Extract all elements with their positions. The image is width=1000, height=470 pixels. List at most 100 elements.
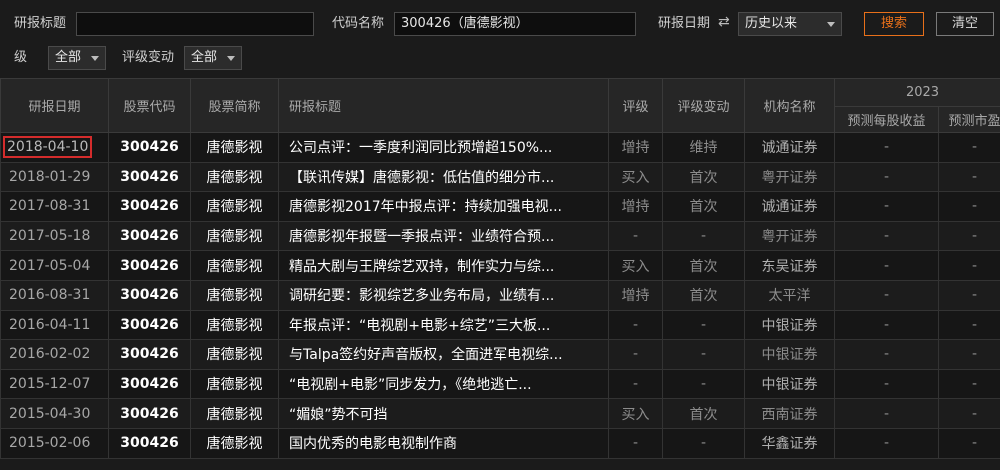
cell-title[interactable]: 国内优秀的电影电视制作商 — [278, 427, 609, 459]
cell-institution: 太平洋 — [744, 279, 835, 311]
cell-eps: - — [834, 398, 939, 429]
col-header-rating-change[interactable]: 评级变动 — [662, 78, 745, 133]
cell-rating: 买入 — [608, 398, 663, 429]
cell-rating-change: 首次 — [662, 250, 745, 281]
cell-title[interactable]: 年报点评：“电视剧+电影+综艺”三大板... — [278, 309, 609, 341]
cell-pe: - — [938, 309, 1000, 341]
report-title-input[interactable] — [76, 12, 314, 36]
table-row[interactable]: 2018-04-10 300426 唐德影视 公司点评：一季度利润同比预增超150%.… — [0, 132, 1000, 163]
cell-code: 300426 — [108, 191, 191, 222]
cell-name: 唐德影视 — [190, 220, 279, 252]
cell-pe: - — [938, 220, 1000, 252]
table-row[interactable]: 2017-08-31 300426 唐德影视 唐德影视2017年中报点评：持续加强电视… — [0, 191, 1000, 222]
cell-rating: - — [608, 427, 663, 459]
col-header-date[interactable]: 研报日期 — [0, 78, 109, 133]
cell-code: 300426 — [108, 368, 191, 400]
cell-title[interactable]: 【联讯传媒】唐德影视：低估值的细分市... — [278, 161, 609, 193]
cell-pe: - — [938, 250, 1000, 281]
cell-name: 唐德影视 — [190, 398, 279, 429]
cell-code: 300426 — [108, 220, 191, 252]
cell-date: 2015-04-30 — [0, 398, 109, 429]
search-button[interactable]: 搜索 — [864, 12, 924, 36]
cell-code: 300426 — [108, 309, 191, 341]
rating-change-select[interactable]: 全部 — [184, 46, 242, 70]
cell-rating: - — [608, 339, 663, 370]
cell-date: 2018-04-10 — [0, 132, 109, 163]
table-row[interactable]: 2015-04-30 300426 唐德影视 “媚娘”势不可挡 买入 首次 西南证券 - - — [0, 398, 1000, 429]
cell-code: 300426 — [108, 161, 191, 193]
table-row[interactable]: 2018-01-29 300426 唐德影视 【联讯传媒】唐德影视：低估值的细分市..… — [0, 161, 1000, 193]
cell-pe: - — [938, 398, 1000, 429]
table-row[interactable]: 2017-05-18 300426 唐德影视 唐德影视年报暨一季报点评：业绩符合预..… — [0, 220, 1000, 252]
cell-title[interactable]: 与Talpa签约好声音版权，全面进军电视综... — [278, 339, 609, 370]
table-row[interactable]: 2017-05-04 300426 唐德影视 精品大剧与王牌综艺双持，制作实力与综..… — [0, 250, 1000, 281]
cell-rating-change: 首次 — [662, 191, 745, 222]
code-name-label: 代码名称 — [332, 16, 385, 31]
cell-date: 2016-02-02 — [0, 339, 109, 370]
cell-title[interactable]: 唐德影视2017年中报点评：持续加强电视... — [278, 191, 609, 222]
cell-pe: - — [938, 191, 1000, 222]
cell-institution: 中银证券 — [744, 339, 835, 370]
col-header-title[interactable]: 研报标题 — [278, 78, 609, 133]
cell-date: 2016-08-31 — [0, 279, 109, 311]
table-row[interactable]: 2016-02-02 300426 唐德影视 与Talpa签约好声音版权，全面进军电视… — [0, 339, 1000, 370]
cell-institution: 中银证券 — [744, 368, 835, 400]
highlighted-date: 2018-04-10 — [3, 136, 93, 159]
cell-eps: - — [834, 191, 939, 222]
cell-name: 唐德影视 — [190, 427, 279, 459]
cell-pe: - — [938, 427, 1000, 459]
table-row[interactable]: 2016-08-31 300426 唐德影视 调研纪要：影视综艺多业务布局，业绩有..… — [0, 279, 1000, 311]
cell-date: 2016-04-11 — [0, 309, 109, 341]
cell-rating: 增持 — [608, 132, 663, 163]
cell-rating-change: - — [662, 339, 745, 370]
research-report-table: 研报日期 股票代码 股票简称 研报标题 评级 评级变动 机构名称 2023 预测… — [0, 78, 1000, 470]
cell-institution: 粤开证券 — [744, 161, 835, 193]
report-date-select[interactable]: 历史以来 — [738, 12, 842, 36]
cell-rating-change: - — [662, 220, 745, 252]
cell-rating: 买入 — [608, 250, 663, 281]
cell-title[interactable]: 公司点评：一季度利润同比预增超150%... — [278, 132, 609, 163]
cell-pe: - — [938, 132, 1000, 163]
code-name-input[interactable]: 300426（唐德影视） — [394, 12, 636, 36]
cell-rating-change: 首次 — [662, 398, 745, 429]
cell-eps: - — [834, 368, 939, 400]
cell-rating-change: - — [662, 427, 745, 459]
cell-rating: - — [608, 220, 663, 252]
cell-eps: - — [834, 250, 939, 281]
cell-institution: 诚通证券 — [744, 191, 835, 222]
col-header-institution[interactable]: 机构名称 — [744, 78, 835, 133]
table-row[interactable]: 2015-02-06 300426 唐德影视 国内优秀的电影电视制作商 - - 华鑫证券 - - — [0, 427, 1000, 459]
filter-bar: 研报标题 代码名称 300426（唐德影视） 研报日期 ⇄ 历史以来 搜索 清空… — [0, 0, 1000, 78]
cell-title[interactable]: “媚娘”势不可挡 — [278, 398, 609, 429]
col-header-name[interactable]: 股票简称 — [190, 78, 279, 133]
col-header-eps[interactable]: 预测每股收益 — [834, 106, 939, 133]
col-header-code[interactable]: 股票代码 — [108, 78, 191, 133]
clear-button[interactable]: 清空 — [936, 12, 994, 36]
cell-code: 300426 — [108, 398, 191, 429]
report-title-label: 研报标题 — [14, 16, 67, 31]
cell-title[interactable]: “电视剧+电影”同步发力，《绝地逃亡... — [278, 368, 609, 400]
rating-select[interactable]: 全部 — [48, 46, 106, 70]
cell-eps: - — [834, 309, 939, 341]
cell-title[interactable]: 调研纪要：影视综艺多业务布局，业绩有... — [278, 279, 609, 311]
rating-label: 级 — [14, 50, 28, 65]
rating-change-value: 全部 — [191, 50, 218, 65]
table-row[interactable]: 2015-12-07 300426 唐德影视 “电视剧+电影”同步发力，《绝地逃亡..… — [0, 368, 1000, 400]
col-header-pe[interactable]: 预测市盈 — [938, 106, 1000, 133]
col-header-rating[interactable]: 评级 — [608, 78, 663, 133]
cell-rating: 增持 — [608, 191, 663, 222]
cell-rating: - — [608, 309, 663, 341]
cell-date: 2015-02-06 — [0, 427, 109, 459]
col-header-year-group: 2023 — [834, 78, 1000, 107]
rating-change-label: 评级变动 — [122, 50, 175, 65]
chevron-down-icon — [827, 22, 835, 27]
table-row[interactable]: 2016-04-11 300426 唐德影视 年报点评：“电视剧+电影+综艺”三大板.… — [0, 309, 1000, 341]
cell-name: 唐德影视 — [190, 191, 279, 222]
cell-eps: - — [834, 161, 939, 193]
cell-title[interactable]: 精品大剧与王牌综艺双持，制作实力与综... — [278, 250, 609, 281]
cell-pe: - — [938, 279, 1000, 311]
cell-title[interactable]: 唐德影视年报暨一季报点评：业绩符合预... — [278, 220, 609, 252]
cell-institution: 中银证券 — [744, 309, 835, 341]
swap-arrows-icon[interactable]: ⇄ — [718, 12, 730, 32]
cell-rating-change: 首次 — [662, 279, 745, 311]
